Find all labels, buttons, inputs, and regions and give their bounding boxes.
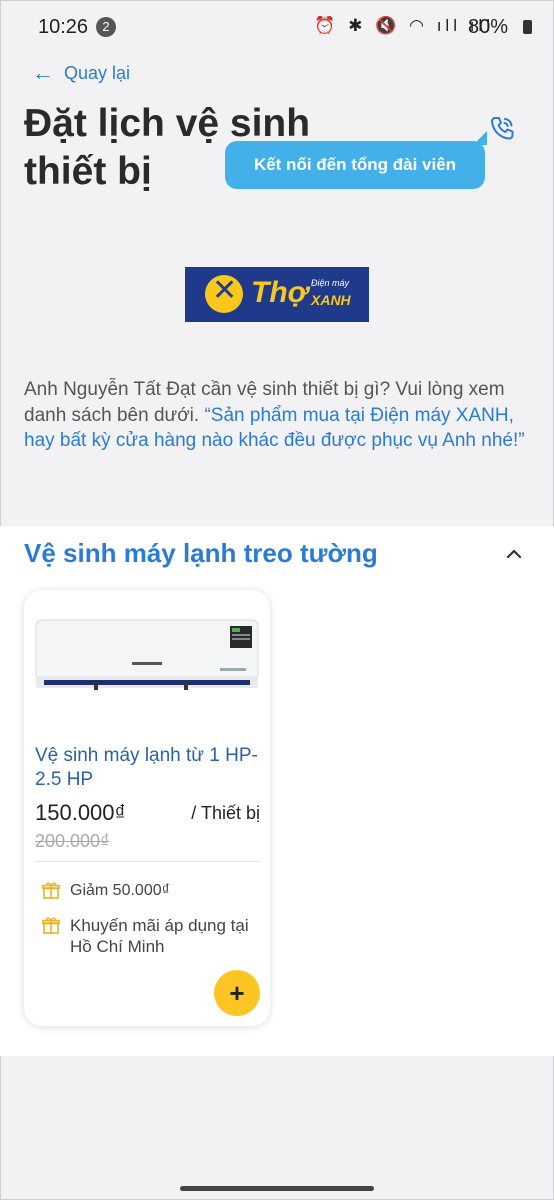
- promo-region: Khuyến mãi áp dụng tại Hồ Chí Minh: [42, 915, 252, 957]
- card-divider: [34, 861, 260, 862]
- notification-count-badge: 2: [96, 17, 116, 37]
- logo-brand: Thợ: [251, 276, 308, 309]
- battery-icon: [523, 20, 532, 34]
- service-section: Vệ sinh máy lạnh treo tường Vệ sinh máy …: [0, 526, 554, 1056]
- add-to-cart-button[interactable]: +: [214, 970, 260, 1016]
- product-price: 150.000₫: [35, 800, 126, 825]
- tho-dien-may-xanh-logo: ✕ Thợ Điện máy XANH: [185, 267, 369, 322]
- section-title[interactable]: Vệ sinh máy lạnh treo tường: [24, 538, 378, 569]
- old-price: 200.000₫: [35, 831, 110, 851]
- logo-subtitle-top: Điện máy: [311, 278, 350, 288]
- arrow-left-icon: ←: [32, 60, 54, 85]
- call-operator-button[interactable]: Kết nối đến tổng đài viên: [225, 131, 487, 189]
- home-indicator[interactable]: [180, 1186, 374, 1191]
- logo-x-mark: ✕: [212, 274, 238, 307]
- back-button[interactable]: ← Quay lại: [32, 60, 130, 86]
- gift-icon: [42, 917, 60, 934]
- phone-call-icon[interactable]: [488, 114, 516, 142]
- battery-percent: 80%: [467, 16, 508, 38]
- price-unit: / Thiết bị: [191, 803, 260, 823]
- status-bar: 10:26 2 ⏰ ✱ 🔇 ◠ ıll ıll 80%: [0, 0, 554, 55]
- promo-discount: Giảm 50.000₫: [42, 880, 170, 901]
- back-label: Quay lại: [64, 62, 131, 83]
- status-time: 10:26: [38, 16, 89, 38]
- gift-icon: [42, 882, 60, 899]
- logo-subtitle-bottom: XANH: [311, 292, 351, 308]
- promo-region-text: Khuyến mãi áp dụng tại Hồ Chí Minh: [70, 916, 249, 956]
- promo-discount-text: Giảm 50.000₫: [70, 882, 170, 899]
- intro-text: Anh Nguyễn Tất Đạt cần vệ sinh thiết bị …: [24, 377, 534, 454]
- air-conditioner-image: [35, 619, 259, 690]
- service-card[interactable]: Vệ sinh máy lạnh từ 1 HP-2.5 HP 150.000₫…: [24, 590, 270, 1026]
- product-name[interactable]: Vệ sinh máy lạnh từ 1 HP-2.5 HP: [35, 744, 260, 792]
- chevron-up-icon[interactable]: [504, 544, 524, 564]
